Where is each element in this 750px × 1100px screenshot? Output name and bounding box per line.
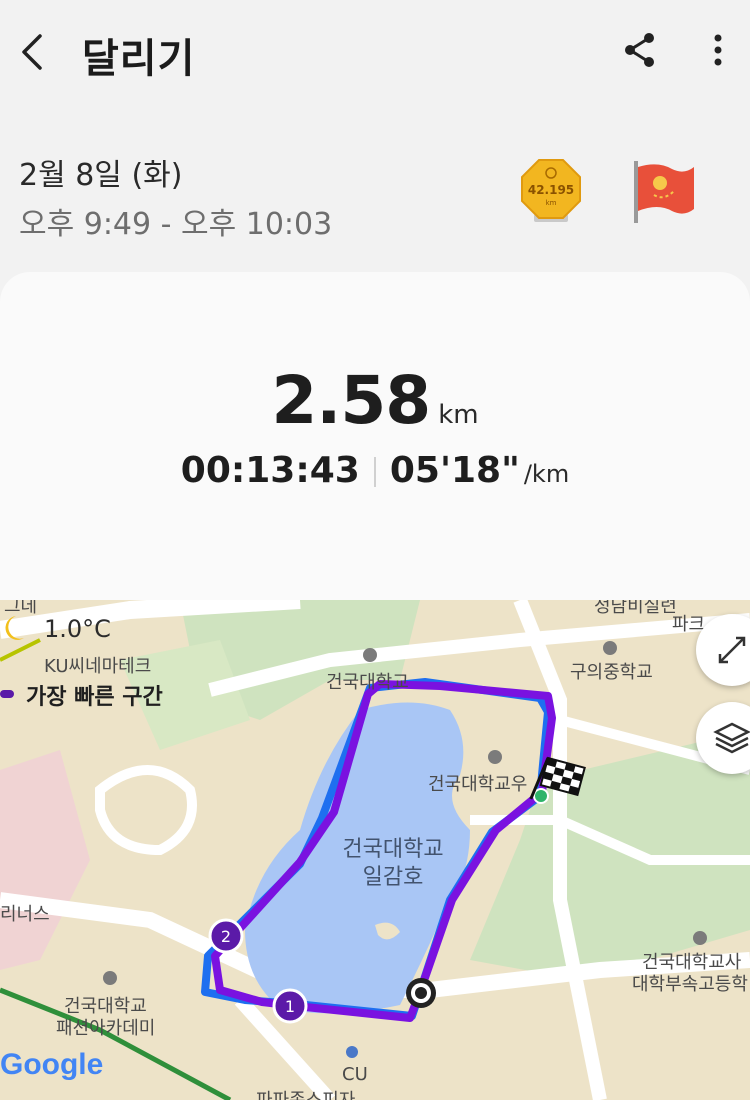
page-title: 달리기 xyxy=(82,36,196,82)
km-marker-2: 2 xyxy=(221,927,231,946)
share-icon[interactable] xyxy=(618,28,662,72)
map-label-high2: 대학부속고등학 xyxy=(632,974,748,995)
badge-marathon-sub: km xyxy=(546,199,557,207)
fastest-segment-label: 가장 빠른 구간 xyxy=(26,685,163,710)
route-map[interactable]: 1 2 KU씨네마테크 건국대학교 건국대학교우 구의중학교 정담비실련 파크 … xyxy=(0,600,750,1100)
google-logo: Google xyxy=(0,1048,103,1082)
distance-unit: km xyxy=(438,400,479,430)
pace-value: 05'18" xyxy=(389,450,520,491)
workout-date: 2월 8일 (화) xyxy=(19,158,183,193)
distance-value: 2.58 xyxy=(271,362,431,439)
workout-stats: 00:13:43 05'18"/km xyxy=(0,450,750,491)
map-label-pizza: 파파존스피자 xyxy=(256,1086,355,1100)
google-logo-text: Google xyxy=(0,1048,104,1081)
map-label-lake: 건국대학교 일감호 xyxy=(328,836,458,892)
duration-value: 00:13:43 xyxy=(180,450,360,491)
stats-divider xyxy=(373,457,376,487)
expand-icon xyxy=(718,636,746,664)
expand-map-button[interactable] xyxy=(696,614,750,686)
layers-icon xyxy=(713,722,750,754)
workout-time-range: 오후 9:49 - 오후 10:03 xyxy=(19,207,333,242)
map-label-konkuk-top: 건국대학교 xyxy=(326,672,409,693)
map-label-top-partial1: 정담비실련 xyxy=(594,600,677,617)
app-bar: 달리기 xyxy=(0,0,750,104)
lake-name-line1: 건국대학교 xyxy=(342,837,444,862)
route-flag-badge-icon[interactable] xyxy=(628,155,700,225)
back-arrow-icon[interactable] xyxy=(14,28,54,76)
map-label-ku: KU씨네마테크 xyxy=(44,656,152,677)
map-label-lioness: 리너스 xyxy=(0,904,50,925)
map-label-academy2: 패션아카데미 xyxy=(56,1018,156,1039)
pace-unit: /km xyxy=(523,460,570,488)
fastest-segment-swatch xyxy=(0,690,14,698)
marathon-badge-icon[interactable]: 42.195 km xyxy=(520,158,582,228)
weather-temperature: 1.0°C xyxy=(44,615,111,643)
km-marker-1: 1 xyxy=(285,997,295,1016)
map-label-konkuk-staff: 건국대학교우 xyxy=(428,774,528,795)
moon-icon xyxy=(0,614,26,644)
distance-display: 2.58 km xyxy=(0,362,750,439)
lake-name-line2: 일감호 xyxy=(362,865,424,890)
map-layers-button[interactable] xyxy=(696,702,750,774)
badge-marathon-text: 42.195 xyxy=(528,183,574,197)
map-label-guui: 구의중학교 xyxy=(570,662,653,683)
map-label-cu: CU xyxy=(342,1064,368,1085)
more-options-icon[interactable] xyxy=(698,28,738,72)
